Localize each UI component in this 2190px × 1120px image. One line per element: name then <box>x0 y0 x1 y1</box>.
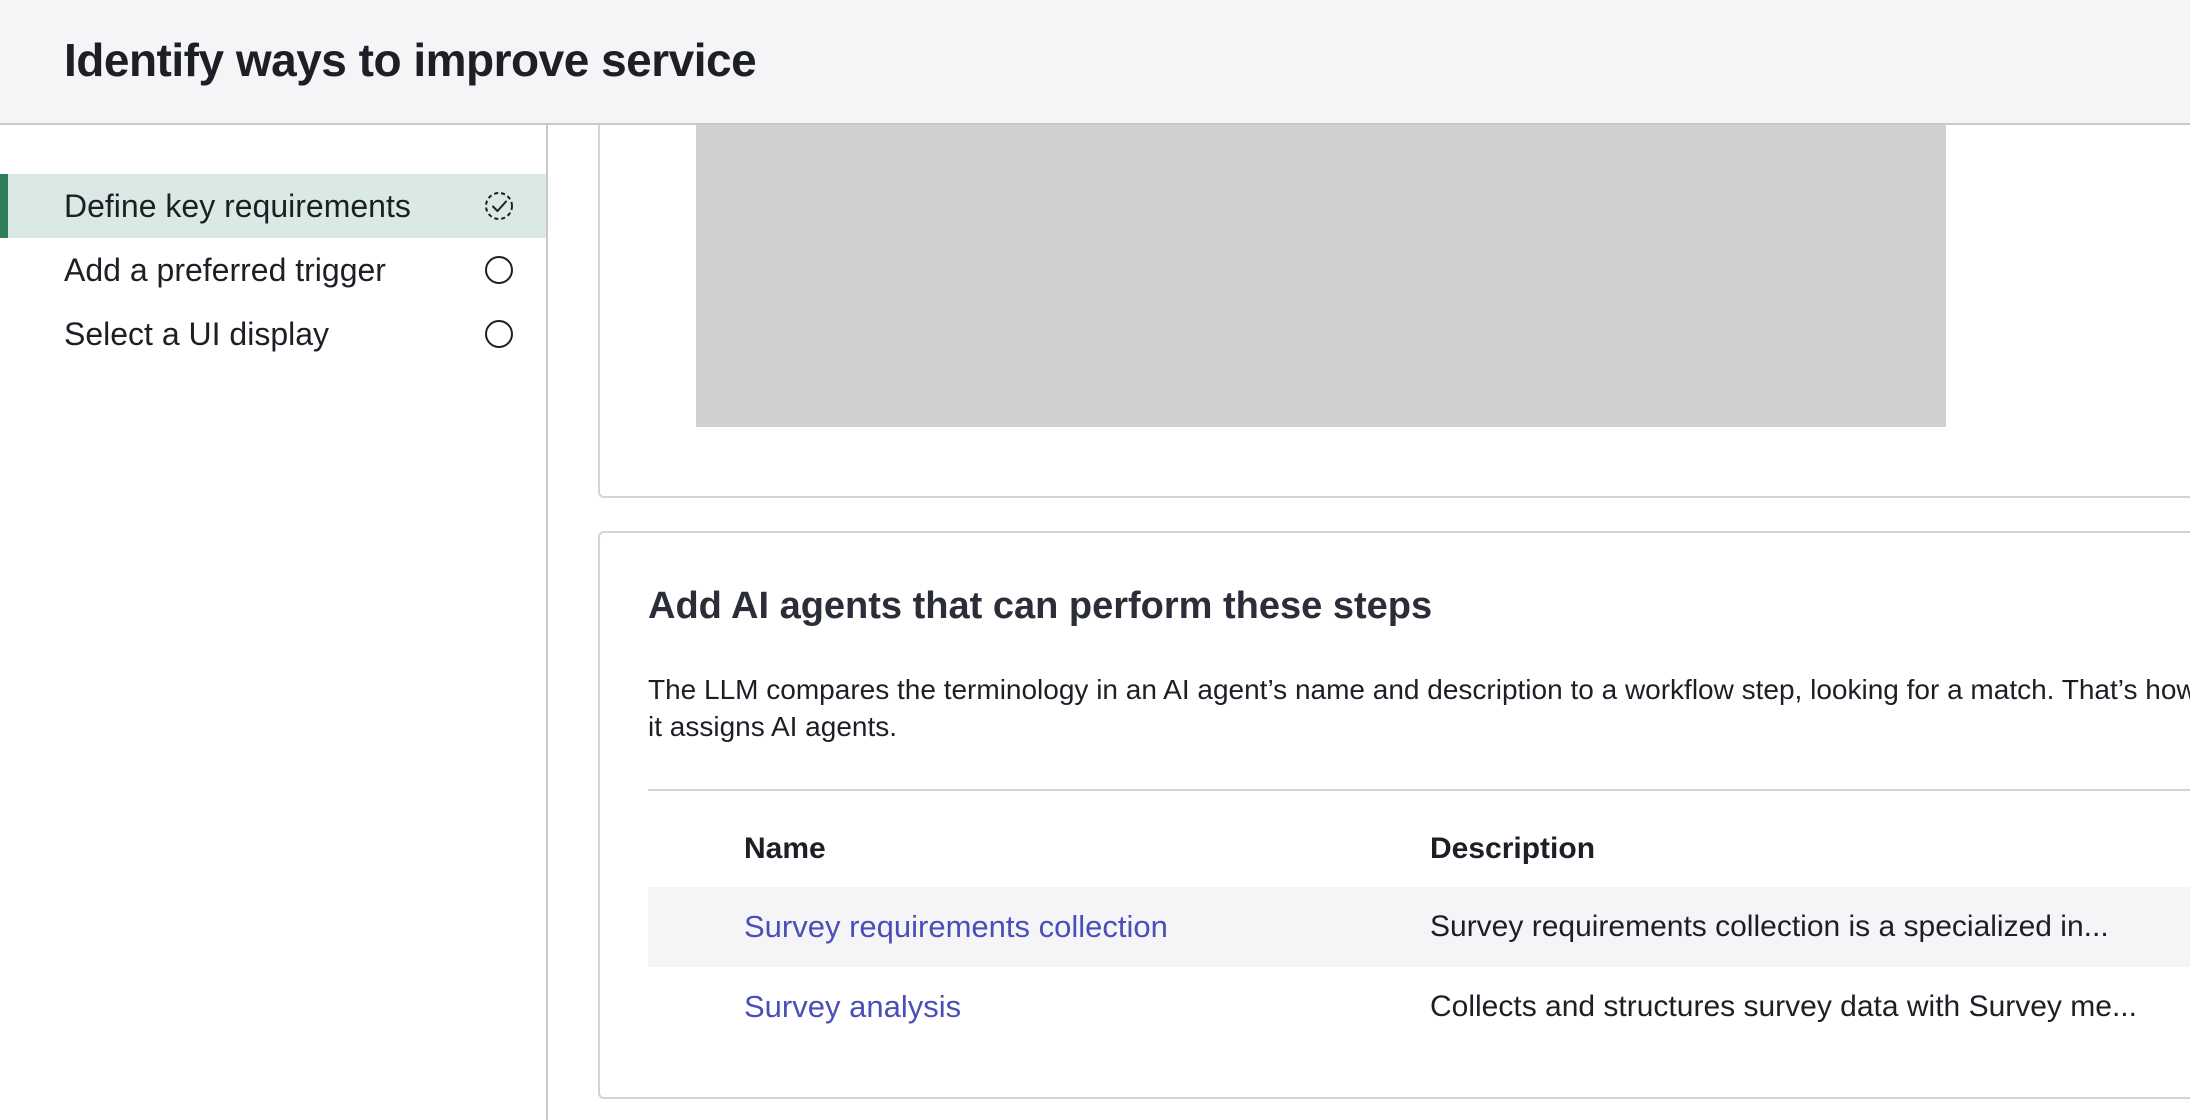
sidebar-item-label: Define key requirements <box>64 188 411 224</box>
dashed-check-circle-icon <box>485 192 513 220</box>
column-header-name: Name <box>744 832 826 865</box>
page-title: Identify ways to improve service <box>64 34 757 86</box>
agent-name-link[interactable]: Survey analysis <box>744 967 961 1047</box>
sidebar-steps: Define key requirements Add a preferred … <box>0 125 548 1120</box>
sidebar-item-label: Select a UI display <box>64 316 330 352</box>
column-header-description: Description <box>1430 832 1596 865</box>
main-content[interactable]: Add AI agents that can perform these ste… <box>550 125 2190 1120</box>
sidebar-item-select-ui-display[interactable]: Select a UI display <box>0 302 546 366</box>
table-row: Survey analysis Collects and structures … <box>648 967 2190 1047</box>
ai-agents-card: Add AI agents that can perform these ste… <box>598 531 2190 1099</box>
sidebar-item-define-key-requirements[interactable]: Define key requirements <box>0 174 546 238</box>
agent-description: Survey requirements collection is a spec… <box>1430 910 2109 943</box>
section-description: The LLM compares the terminology in an A… <box>648 674 2190 742</box>
section-title: Add AI agents that can perform these ste… <box>648 585 1433 627</box>
agent-name-link[interactable]: Survey requirements collection <box>744 887 1168 967</box>
preview-card <box>598 125 2190 498</box>
sidebar-item-label: Add a preferred trigger <box>64 252 386 288</box>
page-header: Identify ways to improve service <box>0 0 2190 125</box>
empty-circle-icon <box>485 320 513 348</box>
table-divider <box>648 789 2190 791</box>
agent-description: Collects and structures survey data with… <box>1430 990 2137 1023</box>
sidebar-item-add-preferred-trigger[interactable]: Add a preferred trigger <box>0 238 546 302</box>
image-placeholder <box>696 125 1946 427</box>
empty-circle-icon <box>485 256 513 284</box>
table-row: Survey requirements collection Survey re… <box>648 887 2190 967</box>
